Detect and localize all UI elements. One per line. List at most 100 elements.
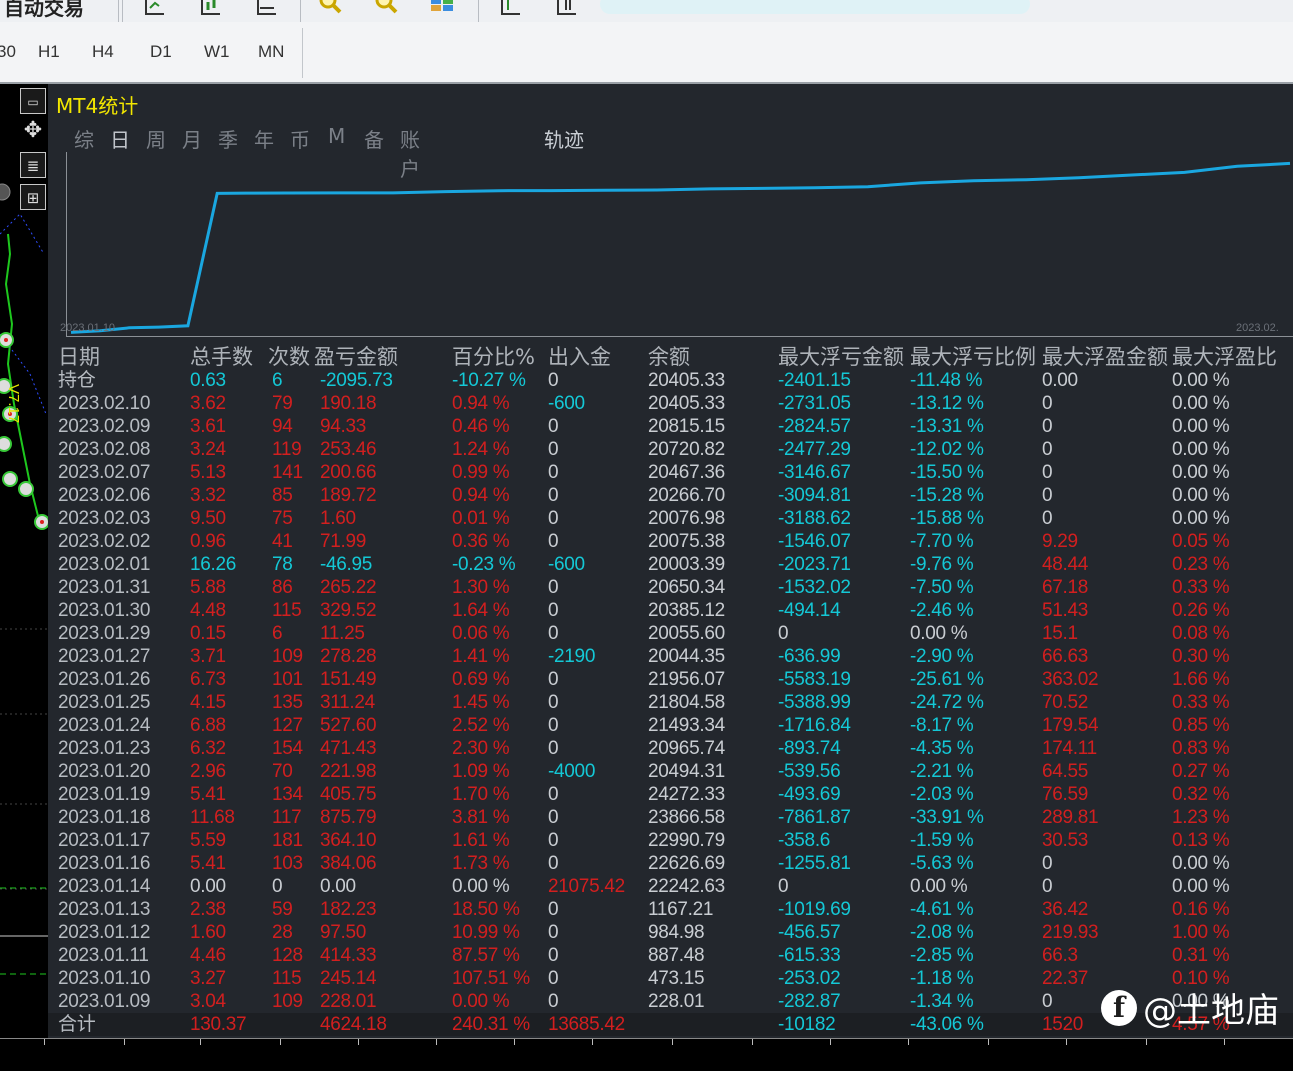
cell-mflp: -13.31 % <box>910 416 984 437</box>
cell-mfl: -1019.69 <box>778 899 851 920</box>
timeframe-h1[interactable]: H1 <box>38 42 60 62</box>
cell-mfp: 289.81 <box>1042 807 1099 828</box>
tab-yearly[interactable]: 年 <box>254 124 274 153</box>
balance-series-line <box>70 161 1291 334</box>
cell-bal: 20075.38 <box>648 531 725 552</box>
table-row: 2023.02.08 3.24 119 253.46 1.24 % 0 20720.82 -2… <box>48 438 1293 461</box>
cell-mflp: -7.50 % <box>910 577 974 598</box>
cell-pct: 87.57 % <box>452 945 520 966</box>
timeframe-d1[interactable]: D1 <box>150 42 172 62</box>
cell-count: 59 <box>272 899 293 920</box>
cell-count: 103 <box>272 853 303 874</box>
minimize-icon[interactable]: ▭ <box>20 88 46 114</box>
cell-mfpp: 0.83 % <box>1172 738 1230 759</box>
cell-count: 115 <box>272 600 302 621</box>
cell-mfp: 0 <box>1042 416 1053 437</box>
table-row: 2023.01.17 5.59 181 364.10 1.61 % 0 22990.79 -3… <box>48 829 1293 852</box>
tile-windows-icon[interactable] <box>428 0 456 20</box>
cell-mflp: -2.21 % <box>910 761 974 782</box>
cell-dep: 0 <box>548 600 559 621</box>
search-bar[interactable] <box>600 0 1030 14</box>
cell-mfp: 0.00 <box>1042 370 1078 391</box>
cell-mfp: 70.52 <box>1042 692 1089 713</box>
line-chart-icon[interactable] <box>252 0 280 20</box>
table-row: 2023.02.01 16.26 78 -46.95 -0.23 % -600 20003.… <box>48 553 1293 576</box>
bar-chart-icon[interactable] <box>140 0 168 20</box>
cell-dep: 0 <box>548 922 559 943</box>
cell-lots: 3.04 <box>190 991 226 1012</box>
tab-weekly[interactable]: 周 <box>146 124 166 153</box>
scroll-chart-icon[interactable] <box>496 0 524 20</box>
cell-pnl: 265.22 <box>320 577 377 598</box>
table-icon[interactable]: ⊞ <box>20 184 46 210</box>
cell-mflp: -7.70 % <box>910 531 974 552</box>
cell-pct: 1.73 % <box>452 853 510 874</box>
cell-mfp: 64.55 <box>1042 761 1089 782</box>
cell-date: 2023.01.30 <box>58 600 151 621</box>
cell-mfpp: 0.00 % <box>1172 370 1230 391</box>
cell-lots: 4.48 <box>190 600 226 621</box>
price-chart-strip[interactable]: ▭ ✥ ≣ ⊞ V7.17 <box>0 84 48 1070</box>
cell-mflp: -1.18 % <box>910 968 974 989</box>
timeframe-h4[interactable]: H4 <box>92 42 114 62</box>
cell-pnl: 875.79 <box>320 807 377 828</box>
tab-summary[interactable]: 综 <box>74 124 94 153</box>
cell-mfp: 67.18 <box>1042 577 1089 598</box>
cell-mflp: -2.08 % <box>910 922 974 943</box>
cell-mfl: -282.87 <box>778 991 841 1012</box>
move-icon[interactable]: ✥ <box>20 118 46 144</box>
cell-dep: -2190 <box>548 646 596 667</box>
table-row: 2023.01.23 6.32 154 471.43 2.30 % 0 20965.74 -8… <box>48 737 1293 760</box>
cell-dep: 0 <box>548 738 559 759</box>
cell-mfp: 22.37 <box>1042 968 1089 989</box>
cell-mfp: 0 <box>1042 462 1053 483</box>
cell-date: 2023.01.29 <box>58 623 151 644</box>
list-icon[interactable]: ≣ <box>20 152 46 178</box>
cell-mfpp: 0.27 % <box>1172 761 1230 782</box>
cell-lots: 2.38 <box>190 899 226 920</box>
timeframe-mn[interactable]: MN <box>258 42 284 62</box>
timeframe-w1[interactable]: W1 <box>204 42 230 62</box>
cell-count: 109 <box>272 991 303 1012</box>
cell-mfp: 36.42 <box>1042 899 1089 920</box>
chart-start-label: 2023.01.10 <box>60 322 116 334</box>
tab-currency[interactable]: 币 <box>290 124 310 153</box>
cell-pct: -10.27 % <box>452 370 526 391</box>
cell-count: 117 <box>272 807 302 828</box>
track-button[interactable]: 轨迹 <box>544 124 584 153</box>
cell-bal: 1167.21 <box>648 899 714 920</box>
cell-mfl: 0 <box>778 876 789 897</box>
cell-mfpp: 0.30 % <box>1172 646 1230 667</box>
cell-bal: 473.15 <box>648 968 705 989</box>
cell-mfl: -893.74 <box>778 738 841 759</box>
tab-daily[interactable]: 日 <box>110 124 130 153</box>
cell-pnl: 471.43 <box>320 738 377 759</box>
cell-mfpp: 0.00 % <box>1172 853 1230 874</box>
timeframe-m30[interactable]: 30 <box>0 42 16 62</box>
cell-pnl: 94.33 <box>320 416 367 437</box>
cell-date: 2023.01.27 <box>58 646 151 667</box>
candle-chart-icon[interactable] <box>196 0 224 20</box>
axis-tick <box>200 1039 201 1045</box>
auto-trading-button[interactable]: 自动交易 <box>4 0 84 21</box>
cell-pnl: 11.25 <box>320 623 365 644</box>
cell-pnl: 200.66 <box>320 462 377 483</box>
cell-mfl: -3094.81 <box>778 485 851 506</box>
tab-notes[interactable]: 备 <box>364 124 384 153</box>
cell-mfl: -1546.07 <box>778 531 851 552</box>
tab-monthly[interactable]: 月 <box>182 124 202 153</box>
cell-mfp: 1520 <box>1042 1014 1084 1035</box>
cell-mflp: -8.17 % <box>910 715 974 736</box>
cell-bal: 20044.35 <box>648 646 725 667</box>
zoom-in-icon[interactable] <box>316 0 344 20</box>
table-row: 2023.01.13 2.38 59 182.23 18.50 % 0 1167.21 -10… <box>48 898 1293 921</box>
cell-mfpp: 1.00 % <box>1172 922 1230 943</box>
cell-mfpp: 0.33 % <box>1172 577 1230 598</box>
chart-shift-icon[interactable] <box>552 0 580 20</box>
tab-m[interactable]: M <box>328 124 345 148</box>
cell-dep: 0 <box>548 439 559 460</box>
cell-count: 101 <box>272 669 303 690</box>
zoom-out-icon[interactable] <box>372 0 400 20</box>
tab-quarterly[interactable]: 季 <box>218 124 238 153</box>
cell-pct: 1.41 % <box>452 646 510 667</box>
